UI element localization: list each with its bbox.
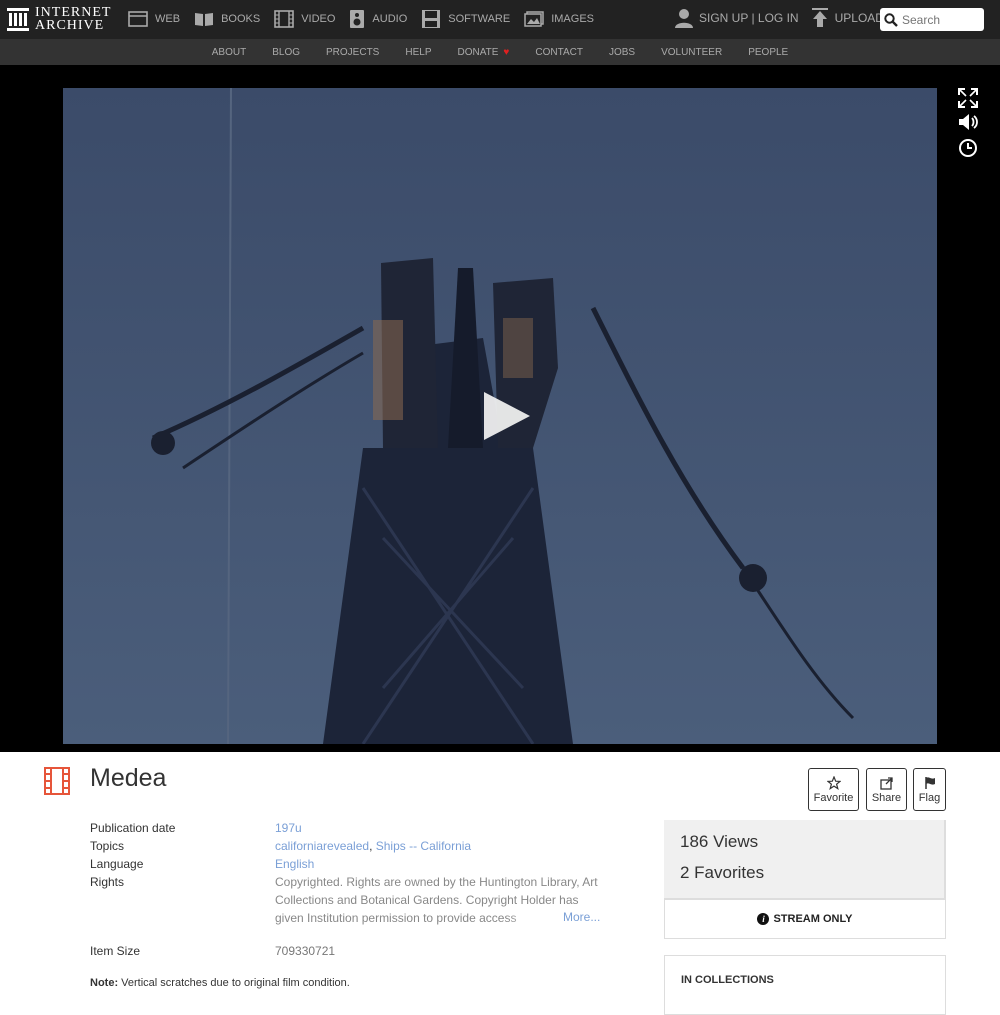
subnav-jobs[interactable]: JOBS	[609, 47, 635, 58]
share-icon	[879, 776, 893, 790]
sign-in-label: SIGN UP | LOG IN	[699, 11, 799, 25]
floppy-icon	[422, 10, 441, 28]
upload-link[interactable]: UPLOAD	[811, 8, 884, 28]
nav-books[interactable]: BOOKS	[194, 8, 260, 30]
subnav-donate-label: DONATE	[457, 46, 499, 58]
rights-label: Rights	[90, 875, 125, 889]
share-label: Share	[871, 791, 902, 804]
topic-link[interactable]: californiarevealed	[275, 839, 369, 853]
nav-audio[interactable]: AUDIO	[349, 8, 407, 30]
nav-video-label: VIDEO	[301, 13, 336, 25]
info-icon: i	[757, 913, 770, 925]
upload-label: UPLOAD	[834, 11, 884, 25]
item-size-label: Item Size	[90, 944, 141, 958]
publication-date-label: Publication date	[90, 821, 176, 835]
topics-label: Topics	[90, 839, 125, 853]
subnav-projects[interactable]: PROJECTS	[326, 47, 379, 58]
stream-only-label: STREAM ONLY	[773, 913, 853, 925]
nav-audio-label: AUDIO	[372, 13, 408, 25]
images-icon	[524, 11, 544, 27]
collections-box: IN COLLECTIONS	[664, 955, 946, 1015]
search-input[interactable]	[902, 12, 980, 27]
topic-separator: ,	[369, 839, 376, 853]
nav-web[interactable]: WEB	[128, 8, 180, 30]
nav-images[interactable]: IMAGES	[524, 8, 594, 30]
film-icon	[44, 767, 70, 795]
note: Note: Vertical scratches due to original…	[90, 977, 350, 989]
note-label: Note:	[90, 977, 119, 989]
nav-software[interactable]: SOFTWARE	[421, 8, 510, 30]
favorites-count: 2 Favorites	[680, 863, 765, 882]
favorite-label: Favorite	[813, 791, 854, 804]
topic-link[interactable]: Ships -- California	[376, 839, 471, 853]
heart-icon: ♥	[503, 46, 510, 58]
subnav-volunteer[interactable]: VOLUNTEER	[661, 47, 722, 58]
books-icon	[195, 13, 214, 26]
subnav-help[interactable]: HELP	[405, 47, 431, 58]
logo-line2: ARCHIVE	[35, 18, 105, 33]
rights-more-link[interactable]: More...	[563, 910, 600, 924]
clock-icon[interactable]	[957, 137, 979, 159]
search-box[interactable]	[880, 8, 984, 31]
sign-in-link[interactable]: SIGN UP | LOG IN	[675, 8, 799, 28]
subnav-about[interactable]: ABOUT	[212, 47, 246, 58]
upload-icon	[811, 8, 828, 27]
topics-values: californiarevealed, Ships -- California	[275, 839, 471, 853]
flag-button[interactable]: Flag	[913, 768, 946, 811]
volume-icon[interactable]	[957, 111, 979, 133]
language-link[interactable]: English	[275, 857, 314, 871]
subnav-blog[interactable]: BLOG	[272, 47, 300, 58]
rights-fade	[505, 909, 560, 927]
web-icon	[128, 11, 148, 27]
film-icon	[274, 10, 294, 28]
stream-only-box: i STREAM ONLY	[664, 899, 946, 939]
views-count: 186 Views	[680, 832, 759, 851]
video-player	[0, 65, 1000, 752]
user-area: SIGN UP | LOG IN UPLOAD	[675, 8, 896, 28]
star-icon	[826, 775, 841, 790]
flag-icon	[924, 776, 935, 789]
speaker-icon	[350, 10, 365, 28]
nav-books-label: BOOKS	[221, 13, 261, 25]
subnav-contact[interactable]: CONTACT	[535, 47, 583, 58]
favorite-button[interactable]: Favorite	[808, 768, 859, 811]
nav-video[interactable]: VIDEO	[274, 8, 335, 30]
subnav-people[interactable]: PEOPLE	[748, 47, 788, 58]
fullscreen-icon[interactable]	[957, 87, 979, 109]
internet-archive-logo[interactable]: INTERNET ARCHIVE	[7, 6, 111, 33]
sub-nav: ABOUT BLOG PROJECTS HELP DONATE ♥ CONTAC…	[0, 39, 1000, 65]
nav-software-label: SOFTWARE	[448, 13, 511, 25]
page-title: Medea	[90, 764, 167, 792]
stats-box: 186 Views 2 Favorites	[664, 820, 946, 899]
flag-label: Flag	[918, 791, 941, 804]
main-nav: WEB BOOKS VIDEO AUDIO SOFTWARE IMAGES	[128, 8, 608, 30]
share-button[interactable]: Share	[866, 768, 907, 811]
nav-images-label: IMAGES	[551, 13, 594, 25]
publication-date-link[interactable]: 197u	[275, 821, 302, 835]
subnav-donate[interactable]: DONATE ♥	[457, 47, 509, 58]
search-icon	[884, 12, 898, 27]
play-button-icon[interactable]	[482, 390, 532, 442]
user-icon	[675, 9, 693, 28]
archive-building-icon	[7, 8, 29, 31]
video-frame[interactable]	[63, 88, 937, 744]
language-label: Language	[90, 857, 144, 871]
item-size-value: 709330721	[275, 944, 336, 958]
note-text: Vertical scratches due to original film …	[118, 977, 350, 989]
top-navbar: INTERNET ARCHIVE WEB BOOKS VIDEO AUDIO S…	[0, 0, 1000, 39]
nav-web-label: WEB	[155, 13, 181, 25]
collections-title: IN COLLECTIONS	[681, 974, 774, 986]
